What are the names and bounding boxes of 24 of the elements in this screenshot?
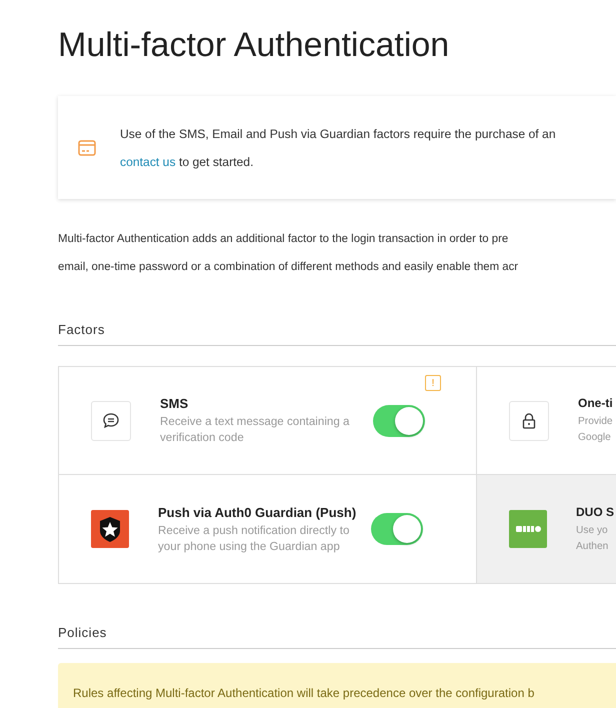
factor-title: DUO S — [576, 504, 614, 520]
policy-text: Rules affecting Multi-factor Authentication will take precedence over the configuration b — [73, 686, 534, 700]
factor-card[interactable]: SMS Receive a text message containing a verification code ! — [59, 367, 477, 475]
section-heading: Policies — [58, 624, 108, 642]
factor-title: One-ti — [578, 395, 613, 412]
intro-text: Multi-factor Authentication adds an additional factor to the login transaction in order to pre email, one-time password or a combination of different methods and easily enable them acr — [58, 232, 520, 275]
toggle-switch[interactable] — [373, 404, 425, 436]
section-heading: Factors — [58, 321, 106, 339]
notice-text: Use of the SMS, Email and Push via Guardian factors require the purchase of an contact us to get started. — [120, 126, 556, 170]
card-icon — [78, 140, 96, 156]
factor-description: Use yo Authen — [576, 524, 610, 554]
factor-description: Receive a text message containing a verification code — [160, 414, 350, 446]
factor-description: Provide Google — [578, 415, 613, 445]
lock-icon — [509, 400, 549, 440]
factor-title: Push via Auth0 Guardian (Push) — [158, 504, 358, 520]
warning-badge: ! — [425, 375, 441, 391]
factor-title: SMS — [160, 395, 190, 412]
chat-icon — [91, 400, 131, 440]
contact-link[interactable]: contact us — [120, 154, 176, 168]
page-title: Multi-factor Authentication — [58, 25, 450, 66]
factor-description: Receive a push notification directly to your phone using the Guardian app — [158, 522, 350, 554]
factor-card[interactable]: DUO S Use yo Authen — [477, 475, 616, 583]
duo-logo-icon — [509, 510, 547, 548]
toggle-switch[interactable] — [371, 513, 423, 545]
